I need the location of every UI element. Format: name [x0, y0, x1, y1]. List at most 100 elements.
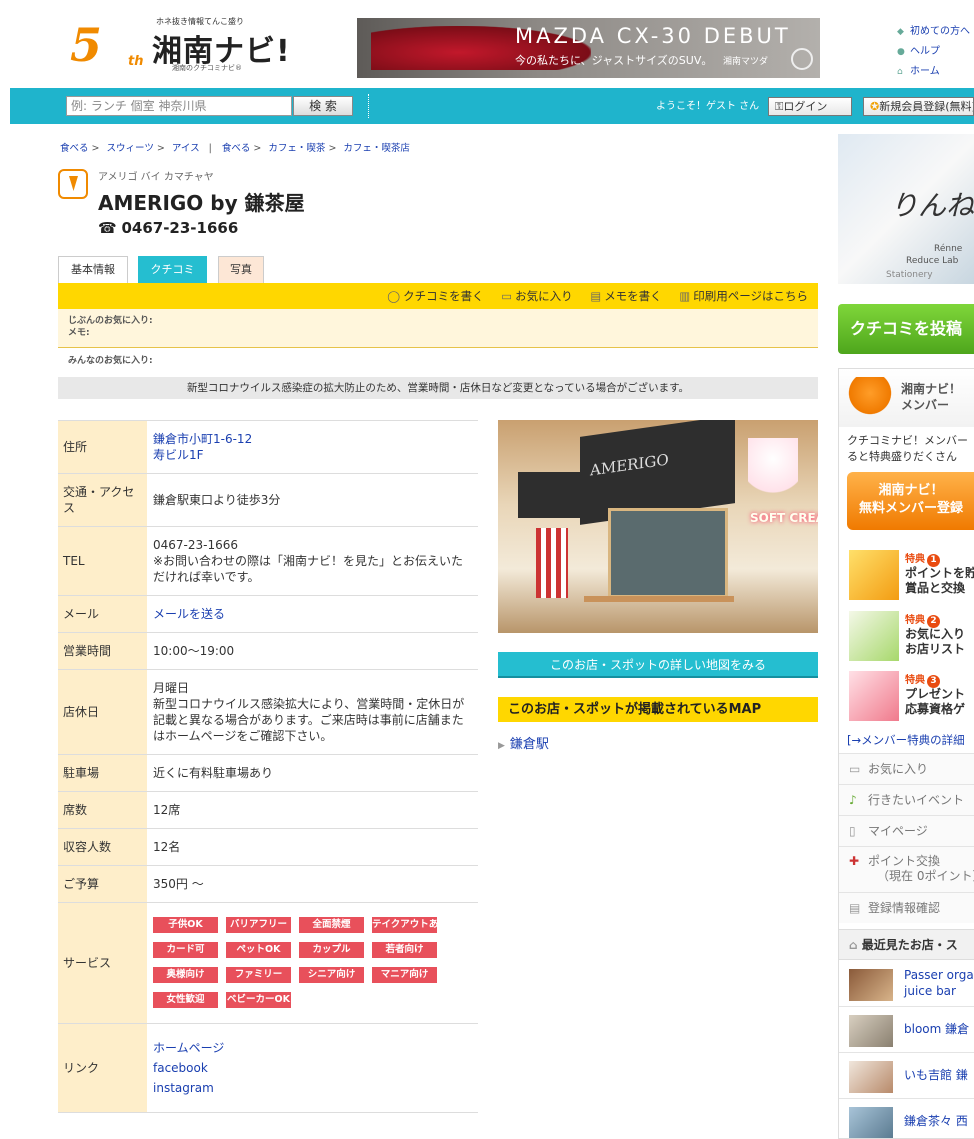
list-item[interactable]: 鎌倉茶々 西 [839, 1099, 974, 1138]
banner-line1: Rénne [934, 244, 963, 254]
ad-dealer: 湘南マツダ [723, 57, 769, 67]
ad-banner[interactable]: MAZDA CX-30 DEBUT 今の私たちに、ジャストサイズのSUV。 湘南… [357, 18, 820, 78]
facebook-link[interactable]: facebook [153, 1060, 472, 1076]
login-button[interactable]: ⚿ログイン [768, 97, 852, 116]
shelf [584, 596, 734, 602]
print-link[interactable]: ▥ 印刷用ページはこちら [679, 289, 808, 303]
write-review-link[interactable]: ◯ クチコミを書く [387, 289, 483, 303]
welcome-text: ようこそ！ゲスト さん [656, 101, 760, 112]
table-row: 店休日 月曜日 新型コロナウイルス感染拡大により、営業時間・定休日が記載と異なる場… [58, 669, 478, 755]
service-tags: 子供OK バリアフリー 全面禁煙 テイクアウトあり カード可 ペットOK カップ… [153, 917, 453, 1017]
recently-viewed-panel: ⌂ 最近見たお店・ス Passer orga juice bar bloom 鎌… [838, 929, 974, 1139]
register-button[interactable]: ✪新規会員登録(無料) [863, 97, 974, 116]
list-item[interactable]: bloom 鎌倉 [839, 1007, 974, 1053]
sidebar-ad-banner[interactable]: りんね Rénne Reduce Lab Stationery [838, 134, 974, 284]
access-value: 鎌倉駅東口より徒歩3分 [147, 473, 478, 527]
row-label: 収容人数 [58, 828, 147, 866]
music-note-icon: ♪ [849, 793, 857, 807]
breadcrumb-item[interactable]: 食べる [222, 143, 251, 154]
action-bar: ◯ クチコミを書く ▭ お気に入り ▤ メモを書く ▥ 印刷用ページはこちら [58, 283, 818, 309]
help-icon: ● [897, 47, 905, 57]
instagram-link[interactable]: instagram [153, 1080, 472, 1096]
service-tag: ペットOK [226, 942, 291, 958]
sidebar-item-mypage[interactable]: ▯ マイページ [839, 815, 974, 846]
station-link[interactable]: ▶ 鎌倉駅 [498, 733, 549, 752]
tel-value: 0467-23-1666 [153, 538, 239, 552]
table-row: 交通・アクセス 鎌倉駅東口より徒歩3分 [58, 473, 478, 527]
service-tag: 若者向け [372, 942, 437, 958]
ad-title: MAZDA CX-30 DEBUT [515, 24, 791, 48]
thumbnail [849, 1015, 893, 1047]
write-memo-link[interactable]: ▤ メモを書く [590, 289, 661, 303]
shop-name: AMERIGO by 鎌茶屋 [98, 191, 305, 215]
free-member-register-button[interactable]: 湘南ナビ！ 無料メンバー登録 [847, 472, 974, 530]
row-label: メール [58, 595, 147, 633]
logo-subtitle: 湘南のクチコミナビ® [172, 64, 242, 72]
post-kuchikomi-button[interactable]: クチコミを投稿 [838, 304, 974, 354]
breadcrumb-item[interactable]: スウィーツ [107, 143, 154, 154]
banner-line3: Stationery [886, 270, 933, 280]
address-link[interactable]: 鎌倉市小町1-6-12 [153, 432, 252, 446]
memo-icon: ▤ [590, 289, 602, 303]
tab-kuchikomi[interactable]: クチコミ [138, 256, 207, 283]
address-building-link[interactable]: 寿ビル1F [153, 448, 204, 462]
help-link[interactable]: ● ヘルプ [897, 42, 970, 62]
shop-photo[interactable]: AMERIGO SOFT CREAM [498, 420, 818, 633]
memo-panel: じぶんのお気に入り: メモ: [58, 309, 818, 348]
list-item[interactable]: Passer orga juice bar [839, 961, 974, 1007]
row-label: 営業時間 [58, 632, 147, 670]
sidebar-item-registration[interactable]: ▤ 登録情報確認 [839, 892, 974, 923]
document-icon: ▤ [849, 901, 861, 915]
banner-script: りんね [890, 189, 974, 222]
tab-photos[interactable]: 写真 [218, 256, 264, 283]
points-note: （現在 0ポイント） [877, 869, 974, 883]
member-panel: 湘南ナビ！ メンバー クチコミナビ！メンバー ると特典盛りだくさん 湘南ナビ！ 無料メ… [838, 368, 974, 948]
sidebar-item-favorites[interactable]: ▭ お気に入り [839, 753, 974, 784]
detailed-map-button[interactable]: このお店・スポットの詳しい地図をみる [498, 652, 818, 678]
banner-line2: Reduce Lab [906, 256, 959, 266]
service-tag: ベビーカーOK [226, 992, 291, 1008]
house-icon: ⌂ [849, 938, 862, 952]
service-tag: テイクアウトあり [372, 917, 437, 933]
chalkboard-small [518, 472, 580, 518]
table-row: 席数 12席 [58, 791, 478, 829]
shop-info-table: 住所 鎌倉市小町1-6-12 寿ビル1F 交通・アクセス 鎌倉駅東口より徒歩3分 … [58, 420, 478, 1113]
breadcrumb-item[interactable]: 食べる [60, 143, 89, 154]
parking-value: 近くに有料駐車場あり [147, 754, 478, 792]
row-label: 席数 [58, 791, 147, 829]
search-button[interactable]: 検 索 [293, 96, 353, 116]
tab-basic-info[interactable]: 基本情報 [58, 256, 128, 283]
sidebar-item-events[interactable]: ♪ 行きたいイベント [839, 784, 974, 815]
member-perks-detail-link[interactable]: [→メンバー特典の詳細 [847, 732, 965, 748]
recent-heading: ⌂ 最近見たお店・ス [839, 930, 974, 960]
breadcrumb-item[interactable]: アイス [172, 143, 200, 154]
list-item[interactable]: いも吉館 鎌 [839, 1053, 974, 1099]
row-label: 住所 [58, 420, 147, 474]
folder-icon: ▭ [849, 762, 861, 776]
row-label: ご予算 [58, 865, 147, 903]
home-link[interactable]: ⌂ ホーム [897, 62, 970, 82]
neon-sign-text: SOFT CREAM [750, 511, 818, 525]
first-time-link[interactable]: ◆ 初めての方へ [897, 22, 970, 42]
breadcrumb-item[interactable]: カフェ・喫茶 [268, 143, 325, 154]
thumbnail [849, 969, 893, 1001]
row-label: TEL [58, 526, 147, 596]
homepage-link[interactable]: ホームページ [153, 1040, 472, 1056]
memo-label: メモ: [68, 328, 90, 338]
sidebar-item-points[interactable]: ✚ ポイント交換 （現在 0ポイント） [839, 846, 974, 892]
favorite-link[interactable]: ▭ お気に入り [501, 289, 572, 303]
search-bar: 例: ランチ 個室 神奈川県 検 索 ようこそ！ゲスト さん ⚿ログイン ✪新規… [10, 88, 974, 124]
site-logo[interactable]: 5 th ホネ抜き情報てんこ盛り 湘南ナビ! 湘南のクチコミナビ® [66, 14, 296, 76]
member-header: 湘南ナビ！ メンバー [839, 369, 974, 427]
send-mail-link[interactable]: メールを送る [153, 607, 225, 621]
counter-window [608, 508, 728, 598]
ice-cream-category-icon [58, 169, 88, 199]
breadcrumb-item[interactable]: カフェ・喫茶店 [343, 143, 410, 154]
row-label: 駐車場 [58, 754, 147, 792]
member-title2: メンバー [901, 398, 950, 412]
search-input[interactable]: 例: ランチ 個室 神奈川県 [66, 96, 292, 116]
logo-th: th [128, 54, 144, 69]
table-row: 住所 鎌倉市小町1-6-12 寿ビル1F [58, 420, 478, 474]
service-tag: バリアフリー [226, 917, 291, 933]
my-favorite-label: じぶんのお気に入り: [68, 316, 153, 326]
